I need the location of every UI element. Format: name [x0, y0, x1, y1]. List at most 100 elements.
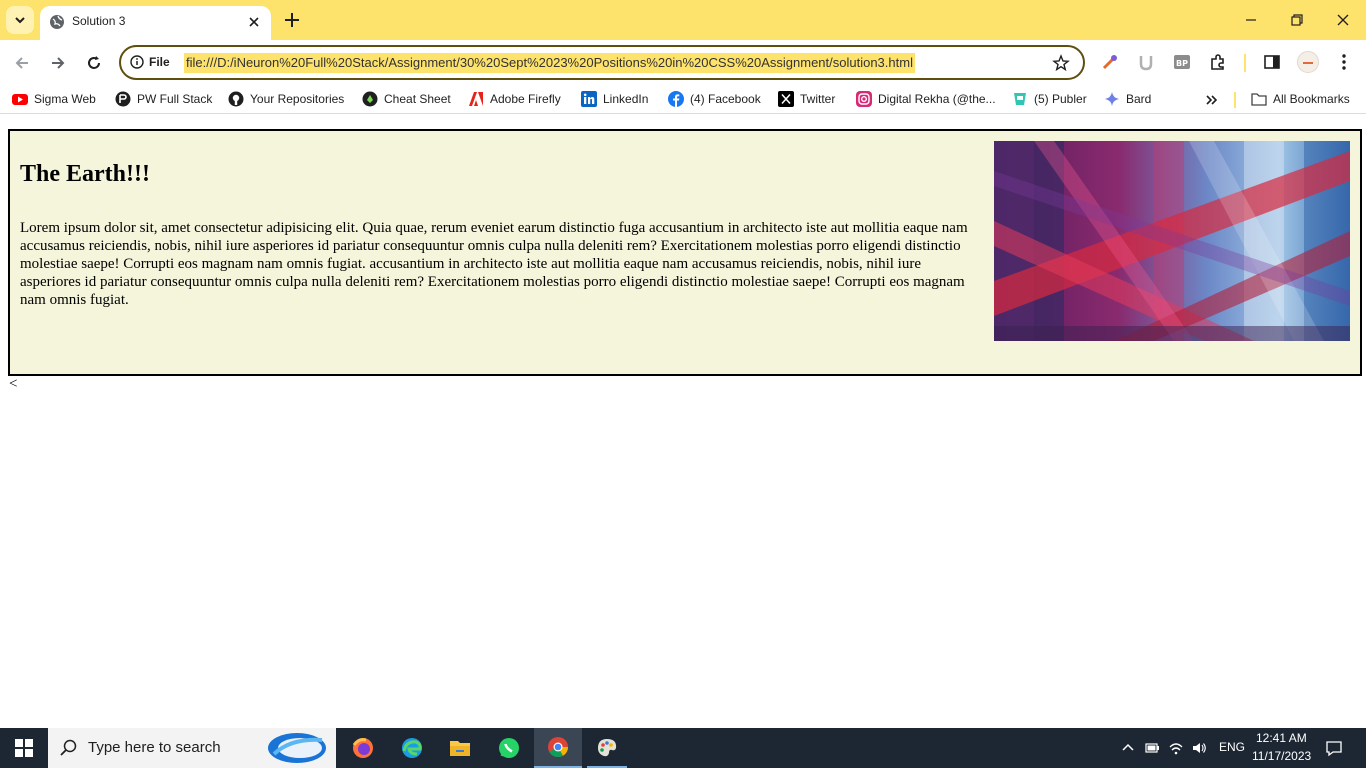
pw-icon [115, 91, 131, 107]
bard-icon [1105, 92, 1119, 106]
linkedin-icon [581, 91, 597, 107]
bookmark-facebook[interactable]: (4) Facebook [668, 91, 761, 107]
body-paragraph: Lorem ipsum dolor sit, amet consectetur … [20, 220, 968, 308]
wifi-icon[interactable] [1168, 740, 1184, 756]
bookmarks-divider [1234, 92, 1236, 108]
bookmark-star-icon[interactable] [1052, 54, 1070, 72]
volume-icon[interactable] [1191, 740, 1207, 756]
side-panel-icon[interactable] [1263, 53, 1281, 71]
bookmark-digital-rekha[interactable]: Digital Rekha (@the... [856, 91, 996, 107]
svg-text:BP: BP [1176, 59, 1188, 68]
chrome-icon [548, 737, 569, 758]
reload-icon[interactable] [84, 53, 104, 73]
bookmark-linkedin[interactable]: LinkedIn [581, 91, 648, 107]
bookmark-label: Adobe Firefly [490, 92, 561, 106]
restore-icon[interactable] [1289, 12, 1305, 28]
bookmark-bard[interactable]: Bard [1104, 91, 1151, 107]
clock-time[interactable]: 12:41 AM [1256, 731, 1307, 745]
extensions-puzzle-icon[interactable] [1209, 53, 1227, 71]
taskbar-firefox[interactable] [339, 728, 387, 768]
paint-palette-icon [598, 739, 617, 757]
tab-active[interactable]: Solution 3 [40, 6, 271, 40]
u-extension-icon[interactable] [1137, 53, 1155, 71]
bookmark-adobe-firefly[interactable]: Adobe Firefly [468, 91, 561, 107]
taskbar-chrome[interactable] [534, 728, 582, 768]
close-window-icon[interactable] [1335, 12, 1351, 28]
bookmark-your-repositories[interactable]: Your Repositories [228, 91, 344, 107]
start-button[interactable] [0, 728, 48, 768]
address-bar[interactable]: File file:///D:/iNeuron%20Full%20Stack/A… [119, 45, 1085, 80]
stray-text: < [9, 376, 18, 392]
tab-search-button[interactable] [6, 6, 34, 34]
search-highlight-icon [268, 733, 326, 763]
bookmark-label: (5) Publer [1034, 92, 1087, 106]
youtube-icon [12, 94, 28, 105]
url-text[interactable]: file:///D:/iNeuron%20Full%20Stack/Assign… [184, 53, 915, 73]
profile-avatar[interactable] [1297, 51, 1319, 73]
site-info-label: File [149, 55, 170, 69]
bookmarks-bar: Sigma Web PW Full Stack Your Repositorie… [0, 86, 1366, 114]
bookmark-label: Bard [1126, 92, 1152, 106]
back-arrow-icon[interactable] [12, 53, 32, 73]
bookmark-sigma-web[interactable]: Sigma Web [12, 91, 96, 107]
bookmark-cheat-sheet[interactable]: Cheat Sheet [362, 91, 451, 107]
content-card: The Earth!!! Lorem ipsum dolor sit, amet… [8, 129, 1362, 376]
bookmark-label: Twitter [800, 92, 836, 106]
close-icon[interactable] [246, 14, 262, 30]
language-indicator[interactable]: ENG [1219, 740, 1245, 754]
folder-icon [1251, 93, 1267, 106]
folder-explorer-icon [450, 741, 470, 756]
bookmark-label: Your Repositories [250, 92, 345, 106]
github-icon [228, 91, 244, 107]
taskbar-whatsapp[interactable] [485, 728, 533, 768]
instagram-icon [856, 91, 872, 107]
taskbar: Type here to search ENG 12:41 AM 11/17/2… [0, 728, 1366, 768]
minimize-icon[interactable] [1243, 12, 1259, 28]
bookmark-label: Sigma Web [34, 92, 96, 106]
page-viewport: The Earth!!! Lorem ipsum dolor sit, amet… [0, 122, 1366, 728]
adobe-icon [469, 92, 483, 106]
taskbar-search[interactable]: Type here to search [48, 728, 336, 768]
bookmark-label: PW Full Stack [137, 92, 213, 106]
toolbar-divider [1244, 54, 1246, 72]
tab-strip: Solution 3 [0, 0, 1366, 40]
color-picker-extension-icon[interactable] [1101, 53, 1119, 71]
taskbar-edge[interactable] [388, 728, 436, 768]
tab-title: Solution 3 [72, 14, 126, 28]
bookmark-twitter[interactable]: Twitter [778, 91, 835, 107]
clock-date[interactable]: 11/17/2023 [1252, 749, 1311, 763]
all-bookmarks-label: All Bookmarks [1273, 92, 1350, 106]
bookmark-label: Cheat Sheet [384, 92, 451, 106]
site-info-button[interactable]: File [130, 55, 170, 69]
bp-extension-icon[interactable]: BP [1173, 53, 1191, 71]
bookmark-pw-full-stack[interactable]: PW Full Stack [115, 91, 212, 107]
forward-arrow-icon[interactable] [48, 53, 68, 73]
search-icon [60, 739, 77, 756]
firefox-icon [352, 738, 373, 758]
cheatsheet-icon [362, 91, 378, 107]
whatsapp-icon [499, 738, 519, 758]
taskbar-paint[interactable] [583, 728, 631, 768]
globe-icon [50, 15, 64, 29]
taskbar-file-explorer[interactable] [436, 728, 484, 768]
search-placeholder: Type here to search [88, 739, 221, 756]
bookmark-publer[interactable]: (5) Publer [1012, 91, 1087, 107]
facebook-icon [668, 91, 684, 107]
info-icon [130, 55, 144, 69]
battery-icon[interactable] [1144, 740, 1160, 756]
avatar-mark [1303, 62, 1313, 64]
bookmark-label: (4) Facebook [690, 92, 761, 106]
bookmark-label: Digital Rekha (@the... [878, 92, 996, 106]
browser-toolbar: File file:///D:/iNeuron%20Full%20Stack/A… [0, 40, 1366, 86]
chevron-double-right-icon[interactable] [1205, 93, 1219, 107]
menu-kebab-icon[interactable] [1335, 53, 1353, 71]
windows-logo-icon [15, 739, 33, 757]
chevron-up-icon[interactable] [1120, 740, 1136, 756]
all-bookmarks-button[interactable]: All Bookmarks [1251, 91, 1350, 107]
notification-icon[interactable] [1325, 739, 1343, 757]
new-tab-icon[interactable] [283, 11, 301, 29]
chevron-down-icon [15, 17, 25, 24]
publer-icon [1014, 93, 1026, 105]
x-icon [778, 91, 794, 107]
page-heading: The Earth!!! [20, 161, 150, 187]
